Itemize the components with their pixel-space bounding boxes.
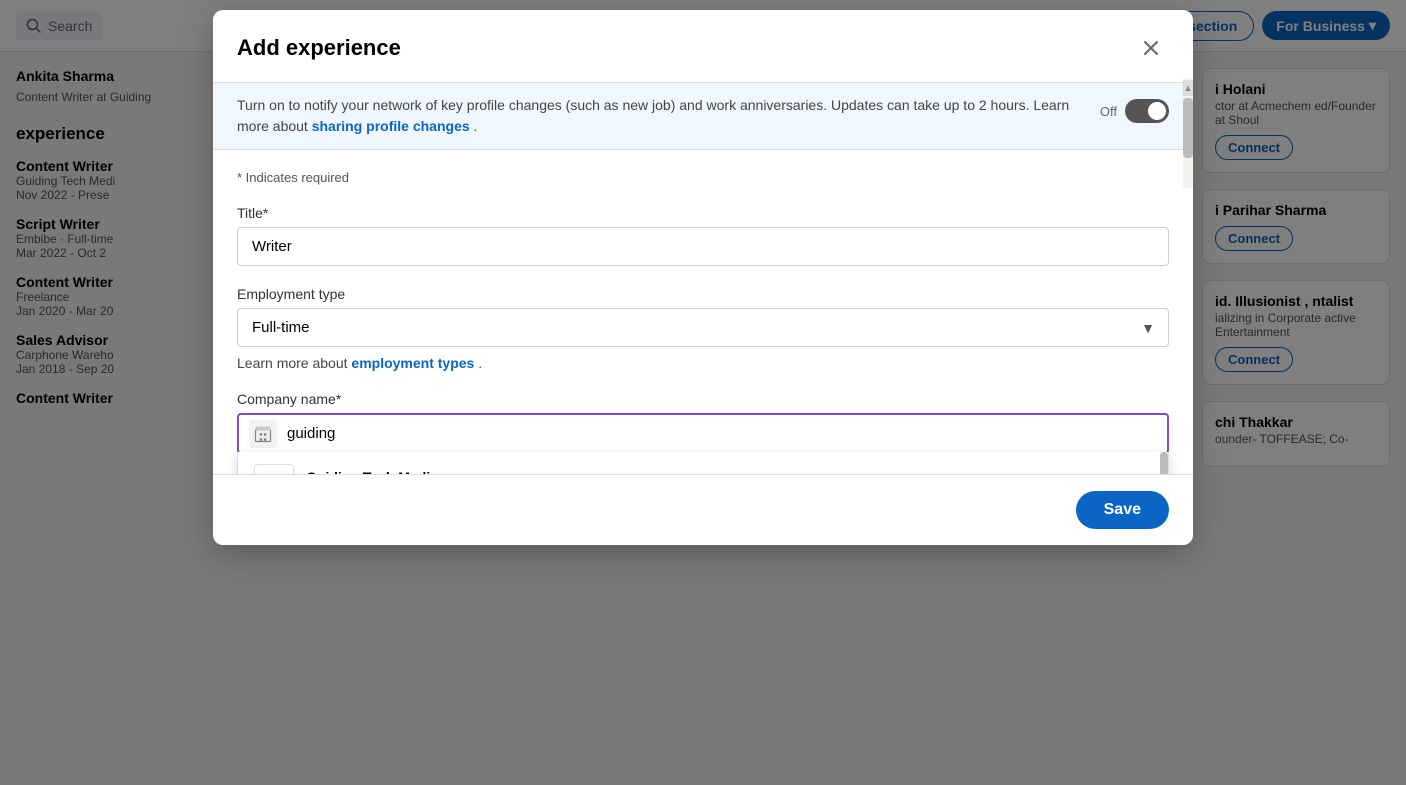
title-field-group: Title* [237,205,1169,266]
employment-type-select-wrapper: Full-time Part-time Self-employed Freela… [237,308,1169,347]
toggle-switch[interactable] [1125,99,1169,123]
employment-types-link[interactable]: employment types [351,355,474,371]
dropdown-item-1[interactable]: G Guiding Tech Media Company · Technolog… [238,452,1168,474]
title-input[interactable] [237,227,1169,266]
notification-text: Turn on to notify your network of key pr… [237,95,1084,137]
building-icon [253,424,273,444]
save-button[interactable]: Save [1076,491,1169,529]
company-name-group: Company name* [237,391,1169,454]
close-icon [1141,38,1161,58]
modal-scrollbar-top: ▲ [1183,78,1193,188]
required-note: * Indicates required [237,170,1169,185]
employment-type-select[interactable]: Full-time Part-time Self-employed Freela… [237,308,1169,347]
toggle-label: Off [1100,104,1117,119]
employment-type-group: Employment type Full-time Part-time Self… [237,286,1169,371]
dropdown-item-1-info: Guiding Tech Media Company · Technology,… [306,469,583,475]
employment-type-label: Employment type [237,286,1169,302]
modal-footer: Save [213,474,1193,545]
scroll-arrow-up: ▲ [1183,80,1193,96]
scroll-thumb [1183,98,1193,158]
toggle-container: Off [1100,99,1169,123]
modal-overlay: Add experience Turn on to notify your ne… [0,0,1406,785]
company-dropdown: G Guiding Tech Media Company · Technolog… [237,452,1169,474]
company-logo-guiding-tech: G [254,464,294,474]
employment-type-note: Learn more about employment types . [237,355,1169,371]
company-name-label: Company name* [237,391,1169,407]
modal-close-button[interactable] [1133,30,1169,66]
notification-bar: Turn on to notify your network of key pr… [213,83,1193,150]
title-label: Title* [237,205,1169,221]
company-logo-icon [249,420,277,448]
dropdown-item-1-name: Guiding Tech Media [306,469,583,475]
modal-header: Add experience [213,10,1193,83]
company-name-input[interactable] [239,415,1167,452]
modal-title: Add experience [237,35,401,61]
modal-body: * Indicates required Title* Employment t… [213,150,1193,474]
add-experience-modal: Add experience Turn on to notify your ne… [213,10,1193,545]
sharing-profile-changes-link[interactable]: sharing profile changes [312,118,470,134]
company-input-wrapper: G Guiding Tech Media Company · Technolog… [237,413,1169,454]
